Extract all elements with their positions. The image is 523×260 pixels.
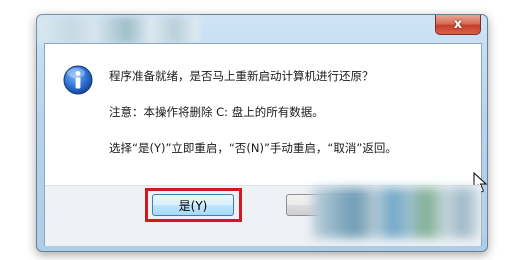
blurred-title	[39, 17, 199, 43]
message-line-3: 选择“是(Y)”立即重启，“否(N)”手动重启，“取消”返回。	[109, 141, 397, 155]
close-button[interactable]: x	[435, 15, 481, 35]
message-line-2: 注意：本操作将删除 C: 盘上的所有数据。	[109, 105, 324, 119]
blurred-region	[312, 188, 480, 238]
info-icon	[63, 65, 93, 95]
message-line-1: 程序准备就绪，是否马上重新启动计算机进行还原？	[109, 69, 374, 83]
yes-button[interactable]: 是(Y)	[152, 194, 234, 216]
